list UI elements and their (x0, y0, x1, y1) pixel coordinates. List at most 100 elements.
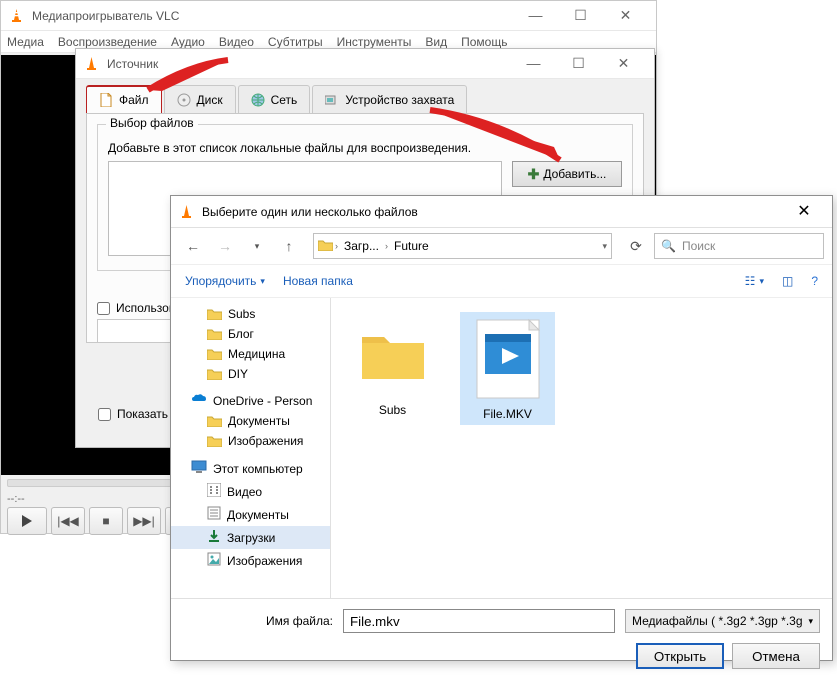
new-folder-button[interactable]: Новая папка (283, 274, 353, 288)
download-icon (207, 529, 221, 546)
main-title: Медиапроигрыватель VLC (32, 9, 513, 23)
disc-icon (177, 93, 191, 107)
play-button[interactable] (7, 507, 47, 535)
tile-label: File.MKV (460, 407, 555, 421)
menu-item[interactable]: Аудио (171, 35, 205, 49)
tree-item-thispc[interactable]: Этот компьютер (171, 457, 330, 480)
maximize-button[interactable]: ☐ (556, 49, 601, 78)
file-type-filter[interactable]: Медиафайлы ( *.3g2 *.3gp *.3g ▾ (625, 609, 820, 633)
tree-item[interactable]: Документы (171, 503, 330, 526)
filepicker-toolbar: Упорядочить ▾ Новая папка ☷ ▾ ◫ ? (171, 264, 832, 298)
tab-disc[interactable]: Диск (164, 85, 236, 113)
tree-item[interactable]: Блог (171, 324, 330, 344)
source-title: Источник (107, 57, 511, 71)
menu-item[interactable]: Видео (219, 35, 254, 49)
main-titlebar: Медиапроигрыватель VLC — ☐ ✕ (1, 1, 656, 31)
menu-item[interactable]: Медиа (7, 35, 44, 49)
crumb-segment[interactable]: Future (390, 239, 433, 253)
tree-item[interactable]: Видео (171, 480, 330, 503)
source-tabs: Файл Диск Сеть Устройство захвата (86, 85, 644, 113)
tab-file[interactable]: Файл (86, 85, 162, 113)
view-details-button[interactable]: ◫ (782, 274, 793, 288)
tree-item[interactable]: DIY (171, 364, 330, 384)
tree-item[interactable]: Subs (171, 304, 330, 324)
tree-item[interactable]: Документы (171, 411, 330, 431)
crumb-segment[interactable]: Загр... (340, 239, 383, 253)
menu-item[interactable]: Воспроизведение (58, 35, 157, 49)
tree-item-onedrive[interactable]: OneDrive - Person (171, 390, 330, 411)
filepicker-title: Выберите один или несколько файлов (202, 205, 784, 219)
minimize-button[interactable]: — (511, 49, 556, 78)
vlc-cone-icon (84, 56, 99, 71)
close-button[interactable]: ✕ (784, 197, 824, 227)
filepicker-footer: Имя файла: Медиафайлы ( *.3g2 *.3gp *.3g… (171, 598, 832, 683)
video-file-icon (465, 316, 550, 401)
stop-button[interactable]: ■ (89, 507, 123, 535)
chevron-right-icon: › (335, 241, 338, 251)
search-placeholder: Поиск (682, 239, 715, 253)
add-button-label: Добавить... (543, 167, 606, 181)
help-button[interactable]: ? (811, 274, 818, 288)
close-button[interactable]: ✕ (601, 49, 646, 78)
file-content-area[interactable]: Subs File.MKV (331, 298, 832, 598)
use-subtitles-checkbox[interactable] (97, 302, 110, 315)
menu-item[interactable]: Инструменты (337, 35, 412, 49)
vlc-cone-icon (179, 204, 194, 219)
back-button[interactable]: ← (179, 232, 207, 260)
prev-button[interactable]: |◀◀ (51, 507, 85, 535)
file-icon (99, 93, 113, 107)
source-titlebar: Источник — ☐ ✕ (76, 49, 654, 79)
folder-icon (207, 435, 222, 447)
tab-label: Устройство захвата (345, 93, 454, 107)
refresh-button[interactable]: ⟳ (622, 232, 650, 260)
tab-label: Файл (119, 93, 149, 107)
picture-icon (207, 552, 221, 569)
chevron-right-icon: › (385, 241, 388, 251)
tree-item[interactable]: Изображения (171, 549, 330, 572)
filepicker-titlebar: Выберите один или несколько файлов ✕ (171, 196, 832, 228)
tree-item-downloads[interactable]: Загрузки (171, 526, 330, 549)
breadcrumb[interactable]: › Загр... › Future ▾ (313, 233, 612, 259)
forward-button[interactable]: → (211, 232, 239, 260)
file-tile-folder[interactable]: Subs (345, 312, 440, 417)
tab-capture[interactable]: Устройство захвата (312, 85, 467, 113)
add-button[interactable]: ✚ Добавить... (512, 161, 622, 187)
tree-item[interactable]: Изображения (171, 431, 330, 451)
tree-item[interactable]: Медицина (171, 344, 330, 364)
folder-tree[interactable]: Subs Блог Медицина DIY OneDrive - Person… (171, 298, 331, 598)
folder-icon (318, 239, 333, 254)
filter-text: Медиафайлы ( *.3g2 *.3gp *.3g (632, 614, 803, 628)
history-dropdown[interactable]: ▾ (243, 232, 271, 260)
open-button[interactable]: Открыть (636, 643, 724, 669)
minimize-button[interactable]: — (513, 1, 558, 30)
tab-network[interactable]: Сеть (238, 85, 311, 113)
menu-item[interactable]: Вид (425, 35, 447, 49)
video-icon (207, 483, 221, 500)
filename-input[interactable] (343, 609, 615, 633)
file-open-dialog: Выберите один или несколько файлов ✕ ← →… (170, 195, 833, 661)
hint-text: Добавьте в этот список локальные файлы д… (108, 141, 622, 155)
search-input[interactable]: 🔍 Поиск (654, 233, 824, 259)
cancel-button[interactable]: Отмена (732, 643, 820, 669)
menu-item[interactable]: Помощь (461, 35, 507, 49)
close-button[interactable]: ✕ (603, 1, 648, 30)
menu-item[interactable]: Субтитры (268, 35, 323, 49)
globe-icon (251, 93, 265, 107)
filename-label: Имя файла: (183, 614, 333, 628)
plus-icon: ✚ (528, 166, 540, 183)
organize-menu[interactable]: Упорядочить ▾ (185, 274, 265, 288)
folder-icon (207, 415, 222, 427)
onedrive-icon (191, 393, 207, 408)
folder-icon (207, 348, 222, 360)
filepicker-navbar: ← → ▾ ↑ › Загр... › Future ▾ ⟳ 🔍 Поиск (171, 228, 832, 264)
next-button[interactable]: ▶▶| (127, 507, 161, 535)
view-mode-button[interactable]: ☷ ▾ (745, 274, 764, 288)
up-button[interactable]: ↑ (275, 232, 303, 260)
vlc-cone-icon (9, 8, 24, 23)
chevron-down-icon[interactable]: ▾ (602, 241, 607, 252)
folder-icon (207, 328, 222, 340)
show-more-checkbox[interactable] (98, 408, 111, 421)
filepicker-body: Subs Блог Медицина DIY OneDrive - Person… (171, 298, 832, 598)
maximize-button[interactable]: ☐ (558, 1, 603, 30)
file-tile-video[interactable]: File.MKV (460, 312, 555, 425)
